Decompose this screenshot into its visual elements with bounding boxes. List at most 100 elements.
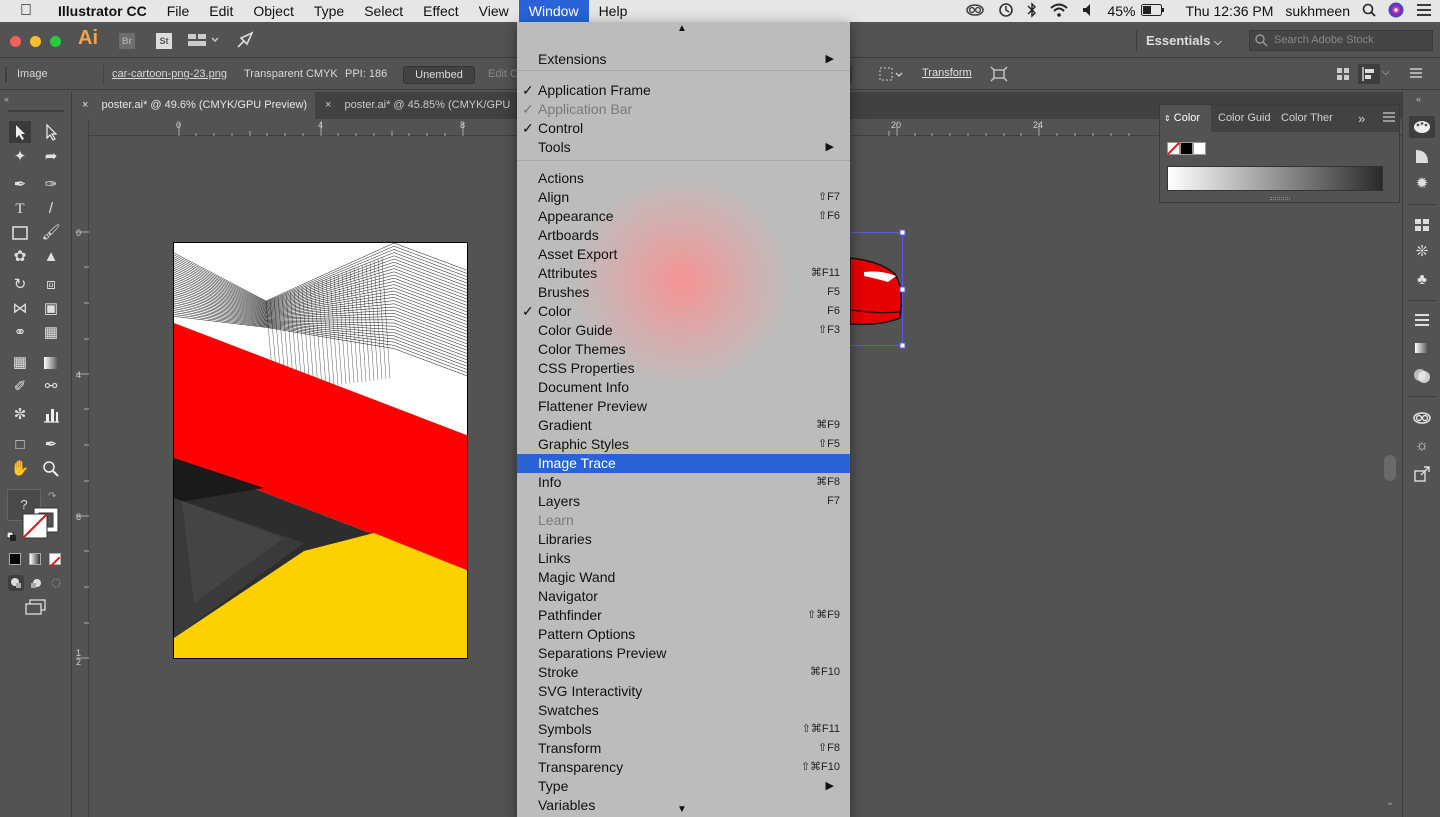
- user-name[interactable]: sukhmeen: [1285, 3, 1350, 19]
- tab-color-themes[interactable]: Color Ther: [1281, 105, 1339, 132]
- stock-button[interactable]: St: [156, 33, 172, 49]
- document-tab[interactable]: × poster.ai* @ 45.85% (CMYK/GPU Pr: [315, 92, 515, 138]
- menu-item-gradient[interactable]: Gradient ⌘F9: [517, 416, 850, 435]
- stock-search-input[interactable]: Search Adobe Stock: [1249, 30, 1433, 51]
- scale-tool-icon[interactable]: ⧈: [40, 274, 62, 296]
- curvature-tool-icon[interactable]: ✑: [40, 174, 62, 196]
- clock[interactable]: Thu 12:36 PM: [1185, 3, 1273, 19]
- tab-color-guide[interactable]: Color Guid: [1218, 105, 1276, 132]
- color-guide-icon[interactable]: [1412, 146, 1432, 166]
- rectangle-tool-icon[interactable]: [9, 222, 31, 244]
- close-icon[interactable]: ×: [325, 99, 331, 111]
- selection-tool-icon[interactable]: [9, 121, 31, 143]
- menu-item-actions[interactable]: Actions: [517, 169, 850, 188]
- isolate-object-icon[interactable]: [990, 66, 1008, 85]
- menu-item-navigator[interactable]: Navigator: [517, 587, 850, 606]
- color-panel-icon[interactable]: [1409, 116, 1435, 138]
- menu-item-color-guide[interactable]: Color Guide ⇧F3: [517, 321, 850, 340]
- wifi-icon[interactable]: [1049, 3, 1069, 20]
- menu-item-attributes[interactable]: Attributes ⌘F11: [517, 264, 850, 283]
- collapse-panel-icon[interactable]: «: [1416, 94, 1421, 104]
- menu-item-magic-wand[interactable]: Magic Wand: [517, 568, 850, 587]
- vertical-ruler[interactable]: 0 4 8 1 2: [72, 119, 89, 817]
- menu-type[interactable]: Type: [304, 0, 354, 22]
- panel-grip[interactable]: [8, 110, 64, 112]
- menu-item-links[interactable]: Links: [517, 549, 850, 568]
- menu-item-extensions[interactable]: Extensions ▶: [517, 50, 850, 69]
- scroll-down-arrow[interactable]: ▼: [677, 804, 687, 815]
- menu-item-svg-interactivity[interactable]: SVG Interactivity: [517, 682, 850, 701]
- menu-view[interactable]: View: [469, 0, 519, 22]
- zoom-window-button[interactable]: [50, 36, 61, 47]
- menu-select[interactable]: Select: [354, 0, 413, 22]
- stroke-icon[interactable]: [1412, 310, 1432, 330]
- panel-menu-icon[interactable]: [1383, 106, 1395, 133]
- menu-item-stroke[interactable]: Stroke ⌘F10: [517, 663, 850, 682]
- type-tool-icon[interactable]: T: [9, 198, 31, 220]
- close-icon[interactable]: ×: [82, 99, 88, 111]
- column-graph-tool-icon[interactable]: [40, 404, 62, 426]
- menu-item-document-info[interactable]: Document Info: [517, 378, 850, 397]
- gpu-performance-icon[interactable]: [236, 31, 256, 54]
- draw-inside-icon[interactable]: [48, 575, 64, 591]
- menu-item-align[interactable]: Align ⇧F7: [517, 188, 850, 207]
- panel-menu-icon[interactable]: [1410, 68, 1422, 81]
- align-panel-button[interactable]: [1358, 64, 1380, 84]
- document-tab-active[interactable]: × poster.ai* @ 49.6% (CMYK/GPU Preview): [72, 92, 315, 119]
- more-tabs-icon[interactable]: »: [1358, 105, 1365, 132]
- bluetooth-icon[interactable]: [1027, 1, 1037, 21]
- menu-item-info[interactable]: Info ⌘F8: [517, 473, 850, 492]
- menu-item-image-trace[interactable]: Image Trace: [517, 454, 850, 473]
- menu-file[interactable]: File: [157, 0, 200, 22]
- menu-item-type[interactable]: Type ▶: [517, 777, 850, 796]
- menu-item-transparency[interactable]: Transparency ⇧⌘F10: [517, 758, 850, 777]
- menu-item-libraries[interactable]: Libraries: [517, 530, 850, 549]
- transparency-icon[interactable]: [1412, 366, 1432, 386]
- scroll-up-arrow[interactable]: ▲: [677, 23, 687, 34]
- color-mode-button[interactable]: [9, 553, 21, 565]
- arrange-documents-icon[interactable]: [188, 33, 220, 52]
- menu-window[interactable]: Window: [518, 0, 589, 22]
- menu-item-artboards[interactable]: Artboards: [517, 226, 850, 245]
- menu-item-swatches[interactable]: Swatches: [517, 701, 850, 720]
- align-options-icon[interactable]: [879, 66, 905, 85]
- workspace-switcher[interactable]: Essentials ⌵: [1146, 33, 1222, 48]
- libraries-icon[interactable]: [1412, 408, 1432, 428]
- menu-help[interactable]: Help: [589, 0, 638, 22]
- bridge-button[interactable]: Br: [119, 33, 135, 49]
- gradient-panel-icon[interactable]: [1412, 338, 1432, 358]
- creative-cloud-icon[interactable]: [965, 3, 985, 20]
- menu-item-flattener-preview[interactable]: Flattener Preview: [517, 397, 850, 416]
- magic-wand-tool-icon[interactable]: ✦: [9, 146, 31, 168]
- eyedropper-tool-icon[interactable]: ✐: [9, 376, 31, 398]
- menu-item-pattern-options[interactable]: Pattern Options: [517, 625, 850, 644]
- menu-item-asset-export[interactable]: Asset Export: [517, 245, 850, 264]
- notification-center-icon[interactable]: [1416, 3, 1432, 19]
- artboard-tool-icon[interactable]: □: [9, 434, 31, 456]
- arrange-icon[interactable]: [1336, 67, 1350, 84]
- spotlight-icon[interactable]: [1362, 3, 1376, 20]
- chevron-down-icon[interactable]: ⌵: [1382, 67, 1390, 78]
- edit-original-button[interactable]: Edit O: [488, 68, 519, 80]
- shape-builder-tool-icon[interactable]: ⚭: [9, 322, 31, 344]
- screen-mode-icon[interactable]: [24, 598, 48, 621]
- mesh-tool-icon[interactable]: ▦: [9, 352, 31, 374]
- draw-normal-icon[interactable]: [8, 575, 24, 591]
- direct-selection-tool-icon[interactable]: [40, 121, 62, 143]
- menu-object[interactable]: Object: [243, 0, 303, 22]
- siri-icon[interactable]: [1388, 2, 1404, 21]
- symbols-icon[interactable]: ♣: [1412, 270, 1432, 290]
- unembed-button[interactable]: Unembed: [403, 66, 475, 84]
- draw-behind-icon[interactable]: [28, 575, 44, 591]
- menu-item-brushes[interactable]: Brushes F5: [517, 283, 850, 302]
- scroll-down-arrow[interactable]: ⌄: [1386, 797, 1394, 808]
- battery-icon[interactable]: [1141, 3, 1165, 19]
- line-tool-icon[interactable]: /: [40, 198, 62, 220]
- artboard-poster[interactable]: [173, 242, 468, 659]
- transform-button[interactable]: Transform: [922, 67, 972, 79]
- eraser-tool-icon[interactable]: ▲: [40, 246, 62, 268]
- width-tool-icon[interactable]: ⋈: [9, 298, 31, 320]
- linked-file-name[interactable]: car-cartoon-png-23.png: [112, 68, 227, 80]
- zoom-tool-icon[interactable]: [40, 458, 62, 480]
- blend-tool-icon[interactable]: ⚯: [40, 376, 62, 398]
